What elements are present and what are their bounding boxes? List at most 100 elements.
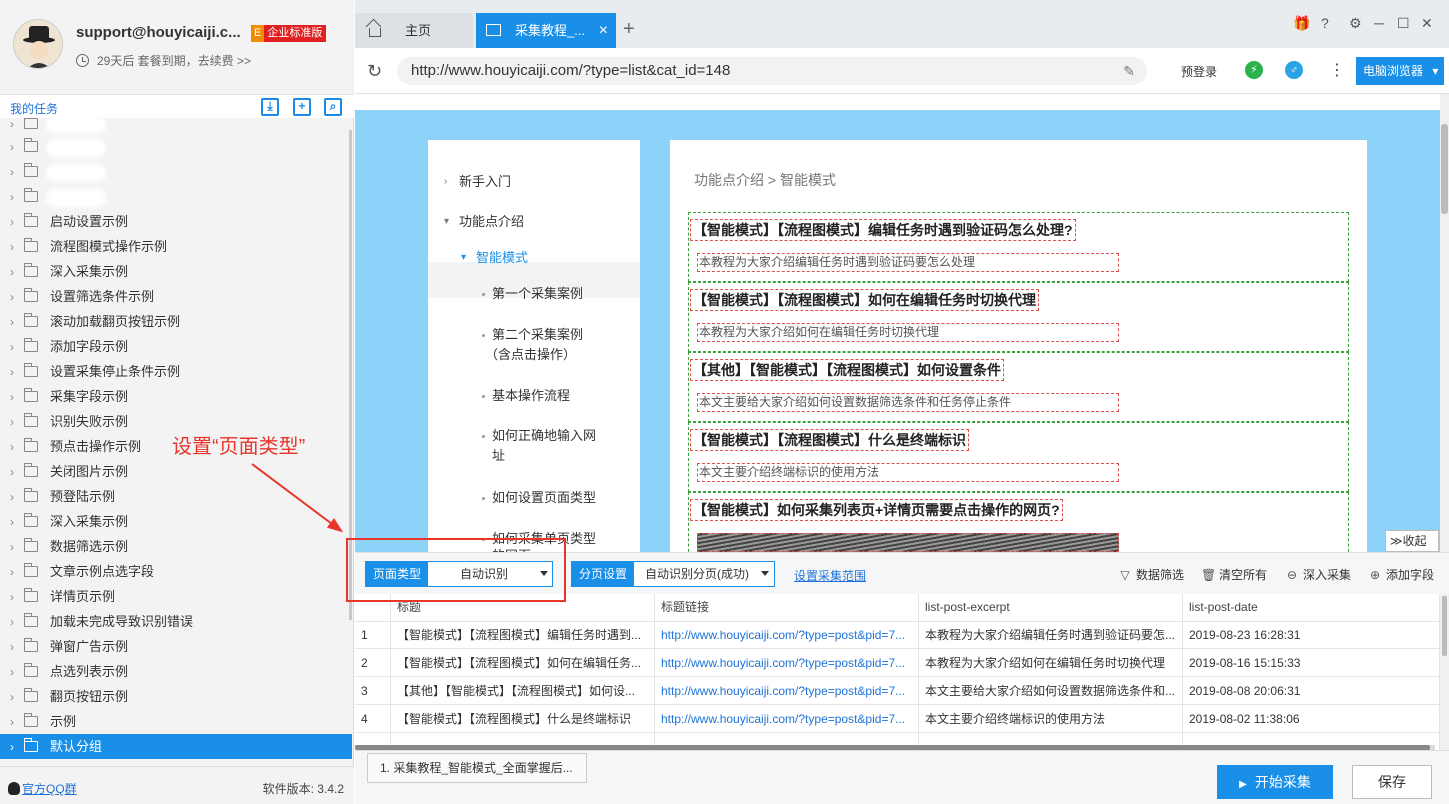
task-group-item[interactable]: › 滚动加载翻页按钮示例 <box>0 309 352 334</box>
chevron-right-icon[interactable]: › <box>444 172 447 192</box>
chevron-right-icon[interactable]: › <box>10 585 24 610</box>
task-group-item[interactable]: › 采集字段示例 <box>0 384 352 409</box>
prelogin-button[interactable]: 预登录 <box>1181 63 1217 80</box>
user-icon[interactable]: ♂ <box>1285 61 1303 79</box>
nav-item[interactable]: 智能模式 <box>476 248 528 268</box>
chevron-right-icon[interactable]: › <box>10 310 24 335</box>
task-tab[interactable]: 1. 采集教程_智能模式_全面掌握后... <box>367 753 587 783</box>
chevron-right-icon[interactable]: › <box>10 635 24 660</box>
article-title[interactable]: 【智能模式】如何采集列表页+详情页需要点击操作的网页? <box>690 499 1063 521</box>
task-group-item[interactable]: › 设置采集停止条件示例 <box>0 359 352 384</box>
task-group-item[interactable]: › 流程图模式操作示例 <box>0 234 352 259</box>
avatar[interactable] <box>13 19 63 69</box>
task-group-item[interactable]: › 设置筛选条件示例 <box>0 284 352 309</box>
task-group-item[interactable]: › <box>0 159 352 184</box>
article-title[interactable]: 【智能模式】【流程图模式】编辑任务时遇到验证码怎么处理? <box>690 219 1076 241</box>
task-group-item[interactable]: › 默认分组 <box>0 734 352 759</box>
chevron-right-icon[interactable]: › <box>10 560 24 585</box>
collect-scope-link[interactable]: 设置采集范围 <box>794 567 866 584</box>
add-icon[interactable]: + <box>293 98 311 116</box>
task-group-item[interactable]: › <box>0 184 352 209</box>
maximize-icon[interactable]: ☐ <box>1397 15 1410 32</box>
column-header[interactable]: list-post-excerpt <box>919 594 1183 622</box>
chevron-right-icon[interactable]: › <box>10 235 24 260</box>
table-row[interactable]: 1 【智能模式】【流程图模式】编辑任务时遇到... http://www.houyi… <box>355 621 1440 649</box>
column-header[interactable]: 标题链接 <box>655 594 919 622</box>
chevron-right-icon[interactable]: › <box>10 710 24 735</box>
nav-item[interactable]: 第二个采集案例 <box>492 325 583 345</box>
chevron-down-icon[interactable]: ▾ <box>444 212 449 232</box>
chevron-right-icon[interactable]: › <box>10 485 24 510</box>
tab-home[interactable]: 主页 <box>355 13 473 48</box>
task-group-item[interactable]: › 详情页示例 <box>0 584 352 609</box>
import-icon[interactable]: ⤓ <box>261 98 279 116</box>
url-input[interactable]: http://www.houyicaiji.com/?type=list&cat… <box>397 57 1147 85</box>
article-title[interactable]: 【智能模式】【流程图模式】什么是终端标识 <box>690 429 969 451</box>
bolt-icon[interactable]: ⚡ <box>1245 61 1263 79</box>
nav-item[interactable]: 如何正确地输入网 <box>492 426 596 446</box>
chevron-right-icon[interactable]: › <box>10 435 24 460</box>
table-row[interactable]: 2 【智能模式】【流程图模式】如何在编辑任务... http://www.houyi… <box>355 649 1440 677</box>
article-item[interactable]: 【智能模式】【流程图模式】如何在编辑任务时切换代理 本教程为大家介绍如何在编辑任务… <box>688 282 1349 352</box>
chevron-right-icon[interactable]: › <box>10 160 24 185</box>
refresh-icon[interactable]: ↻ <box>367 61 382 82</box>
task-group-item[interactable]: › 翻页按钮示例 <box>0 684 352 709</box>
chevron-right-icon[interactable]: › <box>10 185 24 210</box>
article-item[interactable]: 【智能模式】如何采集列表页+详情页需要点击操作的网页? <box>688 492 1349 552</box>
article-item[interactable]: 【智能模式】【流程图模式】编辑任务时遇到验证码怎么处理? 本教程为大家介绍编辑任务… <box>688 212 1349 282</box>
task-group-item[interactable]: › 深入采集示例 <box>0 259 352 284</box>
chevron-right-icon[interactable]: › <box>10 510 24 535</box>
nav-item[interactable]: 新手入门 <box>459 172 511 192</box>
paging-select[interactable]: 分页设置 自动识别分页(成功) <box>571 561 775 587</box>
task-group-item[interactable]: › 加载未完成导致识别错误 <box>0 609 352 634</box>
add-field-button[interactable]: ⊕ 添加字段 <box>1368 566 1434 583</box>
more-icon[interactable]: ⋮ <box>1329 60 1345 80</box>
chevron-right-icon[interactable]: › <box>10 210 24 235</box>
chevron-right-icon[interactable]: › <box>10 285 24 310</box>
close-icon[interactable]: × <box>599 13 608 48</box>
chevron-right-icon[interactable]: › <box>10 460 24 485</box>
nav-item[interactable]: 第一个采集案例 <box>492 284 583 304</box>
task-group-item[interactable]: › 点选列表示例 <box>0 659 352 684</box>
help-icon[interactable]: ? <box>1321 15 1329 31</box>
chevron-right-icon[interactable]: › <box>10 735 24 760</box>
task-group-item[interactable]: › 文章示例点选字段 <box>0 559 352 584</box>
search-icon[interactable]: ⌕ <box>324 98 342 116</box>
vscroll-thumb[interactable] <box>1442 596 1447 656</box>
column-header[interactable]: list-post-date <box>1183 594 1440 622</box>
nav-item[interactable]: 址 <box>492 446 505 466</box>
chevron-right-icon[interactable]: › <box>10 385 24 410</box>
chevron-right-icon[interactable]: › <box>10 260 24 285</box>
gear-icon[interactable]: ⚙ <box>1349 15 1362 32</box>
chevron-right-icon[interactable]: › <box>10 360 24 385</box>
task-group-item[interactable]: › <box>0 134 352 159</box>
task-group-item[interactable]: › 示例 <box>0 709 352 734</box>
filter-button[interactable]: ▽ 数据筛选 <box>1118 566 1184 583</box>
expiry-notice[interactable]: 29天后 套餐到期，去续费 >> <box>76 52 251 69</box>
scroll-thumb[interactable] <box>1441 124 1448 214</box>
table-row[interactable]: 3 【其他】【智能模式】【流程图模式】如何设... http://www.houyi… <box>355 677 1440 705</box>
article-item[interactable]: 【智能模式】【流程图模式】什么是终端标识 本文主要介绍终端标识的使用方法 <box>688 422 1349 492</box>
chevron-right-icon[interactable]: › <box>10 610 24 635</box>
deep-collect-button[interactable]: ⊖ 深入采集 <box>1285 566 1351 583</box>
table-vscrollbar[interactable] <box>1440 594 1449 750</box>
chevron-down-icon[interactable]: ▾ <box>461 248 466 268</box>
chevron-right-icon[interactable]: › <box>10 118 24 130</box>
nav-item[interactable]: 功能点介绍 <box>459 212 524 232</box>
chevron-right-icon[interactable]: › <box>10 335 24 360</box>
save-button[interactable]: 保存 <box>1352 765 1432 799</box>
chevron-right-icon[interactable]: › <box>10 410 24 435</box>
nav-item[interactable]: （含点击操作） <box>485 345 576 365</box>
gift-icon[interactable]: 🎁 <box>1293 15 1310 32</box>
chevron-right-icon[interactable]: › <box>10 685 24 710</box>
table-row[interactable]: 4 【智能模式】【流程图模式】什么是终端标识 http://www.houyicai… <box>355 705 1440 733</box>
browser-mode-select[interactable]: 电脑浏览器 ▾ <box>1356 57 1444 85</box>
clear-all-button[interactable]: 🗑 清空所有 <box>1201 566 1267 583</box>
start-collect-button[interactable]: ▶ 开始采集 <box>1217 765 1333 799</box>
collapse-button[interactable]: ≫收起 <box>1385 530 1439 552</box>
new-tab-button[interactable]: + <box>623 18 635 41</box>
article-title[interactable]: 【智能模式】【流程图模式】如何在编辑任务时切换代理 <box>690 289 1039 311</box>
chevron-right-icon[interactable]: › <box>10 135 24 160</box>
task-group-item[interactable]: › 弹窗广告示例 <box>0 634 352 659</box>
nav-item[interactable]: 基本操作流程 <box>492 386 570 406</box>
